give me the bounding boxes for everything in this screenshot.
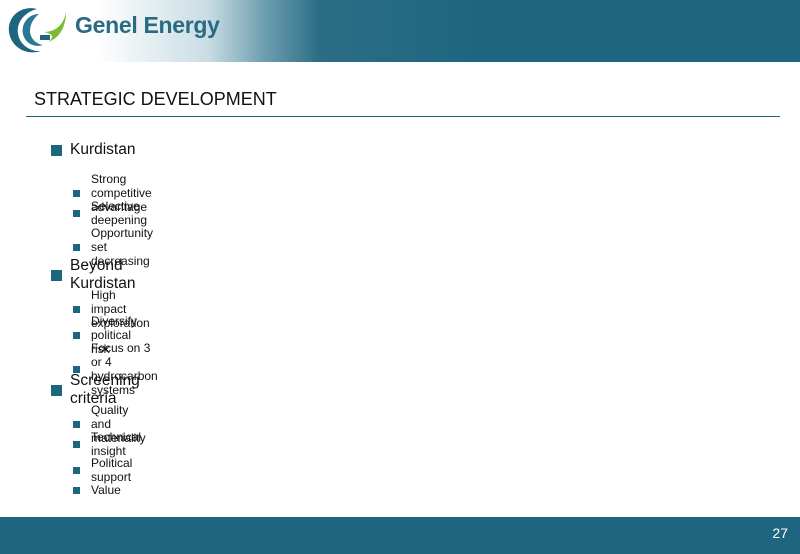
bullet-square-icon xyxy=(73,209,80,217)
page-number: 27 xyxy=(772,525,788,541)
footer-band: 27 xyxy=(0,517,800,554)
bullet-square-icon xyxy=(73,331,80,339)
bullet-square-icon xyxy=(73,243,80,251)
list-item: Technical insight xyxy=(73,430,141,458)
bullet-square-icon xyxy=(73,420,80,428)
bullet-square-icon xyxy=(73,466,80,474)
section-heading: Kurdistan xyxy=(51,141,135,159)
bullet-square-icon xyxy=(73,486,80,494)
list-item: Value xyxy=(73,483,121,497)
company-logo: Genel Energy xyxy=(4,2,224,58)
title-divider xyxy=(26,116,780,117)
bullet-square-icon xyxy=(51,269,62,281)
bullet-square-icon xyxy=(73,189,80,197)
bullet-square-icon xyxy=(51,144,62,156)
logo-wordmark: Genel Energy xyxy=(75,12,220,38)
bullet-square-icon xyxy=(73,305,80,313)
list-item: Political support xyxy=(73,456,132,484)
list-item: Selective deepening xyxy=(73,199,147,227)
bullet-square-icon xyxy=(73,440,80,448)
bullet-square-icon xyxy=(51,384,62,396)
genel-logo-icon xyxy=(8,8,66,53)
slide-title: STRATEGIC DEVELOPMENT xyxy=(34,89,277,109)
